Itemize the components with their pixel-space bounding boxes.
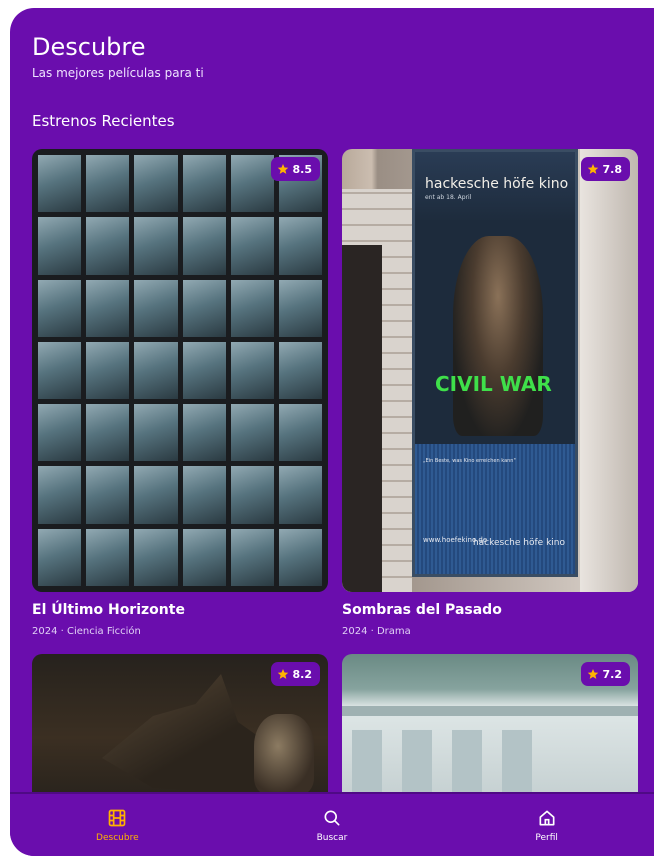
movie-poster[interactable]: 7.2 <box>342 654 638 794</box>
movie-card[interactable]: 8.2 <box>32 654 328 794</box>
rating-badge: 8.2 <box>270 662 320 686</box>
movie-card[interactable]: 7.2 <box>342 654 638 794</box>
star-icon <box>277 669 288 679</box>
star-icon <box>587 164 598 174</box>
movie-poster[interactable]: 8.2 <box>32 654 328 794</box>
movie-card[interactable]: 8.5 El Último Horizonte 2024 · Ciencia F… <box>32 149 328 637</box>
section-title: Estrenos Recientes <box>32 112 175 130</box>
rating-badge: 7.8 <box>580 157 630 181</box>
nav-item-buscar[interactable]: Buscar <box>272 808 392 843</box>
star-icon <box>277 164 288 174</box>
page-title: Descubre <box>32 33 146 61</box>
rating-badge: 8.5 <box>270 157 320 181</box>
movie-poster[interactable]: hackesche höfe kino ent ab 18. April CIV… <box>342 149 638 592</box>
page-subtitle: Las mejores películas para ti <box>32 66 204 80</box>
movie-title[interactable]: Sombras del Pasado <box>342 602 638 618</box>
rating-value: 7.2 <box>602 667 623 681</box>
poster-headline: CIVIL WAR <box>435 372 552 396</box>
nav-label: Descubre <box>96 832 139 843</box>
nav-label: Perfil <box>535 832 558 843</box>
poster-quote: „Ein Beste, was Kino erreichen kann" <box>423 458 516 464</box>
rating-value: 7.8 <box>602 162 623 176</box>
movie-meta: 2024 · Ciencia Ficción <box>32 626 141 637</box>
nav-label: Buscar <box>316 832 348 843</box>
film-icon <box>108 809 126 826</box>
movie-meta: 2024 · Drama <box>342 626 411 637</box>
movie-title[interactable]: El Último Horizonte <box>32 602 328 618</box>
bottom-nav: Descubre Buscar Perfil <box>10 792 654 856</box>
poster-logo: hackesche höfe kino <box>472 538 565 548</box>
movie-card[interactable]: hackesche höfe kino ent ab 18. April CIV… <box>342 149 638 637</box>
poster-image: hackesche höfe kino ent ab 18. April CIV… <box>342 149 638 592</box>
poster-brand-text: hackesche höfe kino <box>425 176 569 192</box>
search-icon <box>324 810 340 825</box>
movie-poster[interactable]: 8.5 <box>32 149 328 592</box>
header: Descubre Las mejores películas para ti <box>32 32 204 80</box>
nav-item-perfil[interactable]: Perfil <box>487 808 607 843</box>
rating-value: 8.2 <box>292 667 313 681</box>
app-screen: Descubre Las mejores películas para ti E… <box>10 8 654 856</box>
nav-item-descubre[interactable]: Descubre <box>57 808 177 843</box>
poster-image <box>32 149 328 592</box>
home-icon <box>539 810 555 825</box>
rating-badge: 7.2 <box>580 662 630 686</box>
star-icon <box>587 669 598 679</box>
rating-value: 8.5 <box>292 162 313 176</box>
poster-date-text: ent ab 18. April <box>425 194 472 201</box>
